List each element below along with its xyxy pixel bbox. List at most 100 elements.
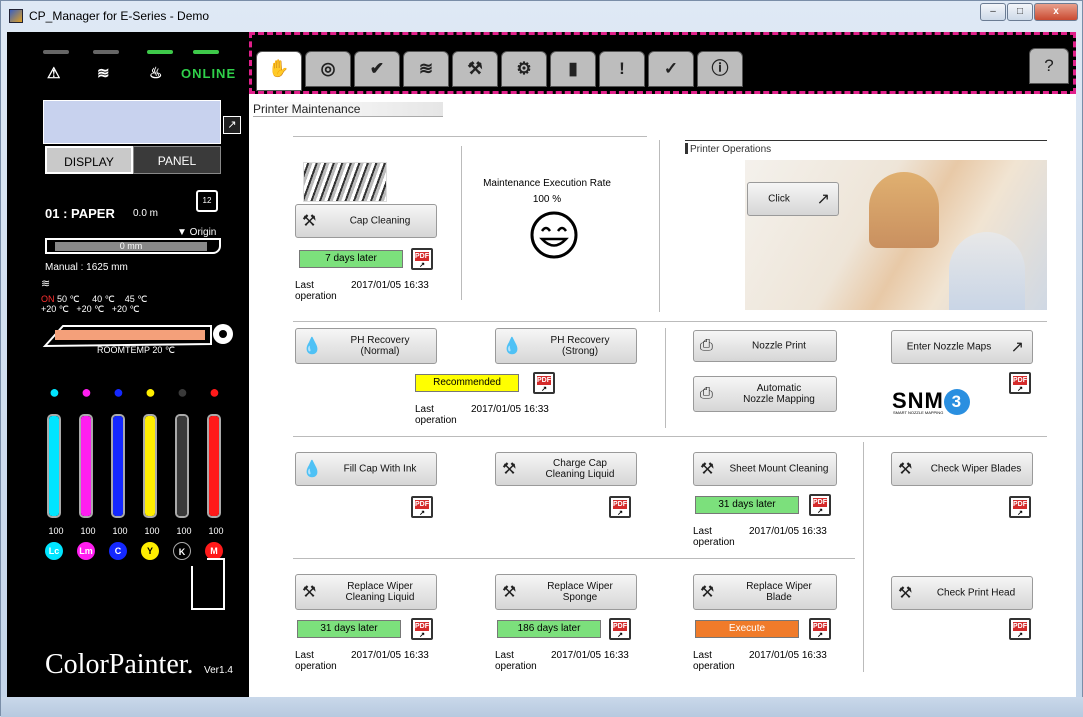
heater-tab-icon[interactable]: ≋ — [403, 51, 449, 87]
tools-icon: ⚒ — [302, 213, 317, 230]
settings-search-icon[interactable]: ⚙ — [501, 51, 547, 87]
ink-code-badge: K — [173, 542, 191, 560]
tools-tab-icon[interactable]: ⚒ — [452, 51, 498, 87]
fill-cap-label: Fill Cap With Ink — [343, 463, 417, 475]
nozzle-verify-icon[interactable]: ✔ — [354, 51, 400, 87]
client-area: ⚠ ≋ ♨ ONLINE ↗ DISPLAY PANEL 01 : PAPER … — [7, 32, 1076, 697]
pdf-icon[interactable]: PDF ↗ — [411, 248, 433, 270]
fill-cap-with-ink-button[interactable]: 💧 Fill Cap With Ink — [295, 452, 437, 486]
printer-operations-click-button[interactable]: Click ↗ — [747, 182, 839, 216]
cap-cleaning-button[interactable]: ⚒ Cap Cleaning — [295, 204, 437, 238]
pdf-icon[interactable]: PDF ↗ — [809, 494, 831, 516]
nozzle-print-label: Nozzle Print — [752, 340, 806, 352]
section-marker — [685, 143, 688, 154]
divider — [863, 442, 864, 672]
snm-logo-subtitle: SMART NOZZLE MAPPING — [893, 410, 944, 415]
waste-tank-cap — [207, 558, 225, 568]
main-content: ✋ ◎ ✔ ≋ ⚒ ⚙ ▮! ✓ ⓘ ? Printer Maintenance ⚒ Cap C… — [249, 32, 1076, 697]
cap-cleaning-image — [303, 162, 387, 202]
ink-level-tube — [111, 414, 125, 518]
pdf-icon[interactable]: PDF ↗ — [609, 618, 631, 640]
ink-level-tube — [143, 414, 157, 518]
ink-level-fill — [81, 416, 91, 516]
wiper-sponge-status: 186 days later — [497, 620, 601, 638]
enter-nozzle-maps-label: Enter Nozzle Maps — [906, 341, 992, 353]
pdf-icon[interactable]: PDF ↗ — [533, 372, 555, 394]
close-button[interactable]: x — [1034, 3, 1078, 21]
ink-level-fill — [49, 416, 59, 516]
replace-wiper-sponge-button[interactable]: ⚒ Replace Wiper Sponge — [495, 574, 637, 610]
window-bottom-edge — [1, 697, 1083, 717]
replace-wiper-cleaning-liquid-button[interactable]: ⚒ Replace Wiper Cleaning Liquid — [295, 574, 437, 610]
tools-icon: ⚒ — [502, 584, 517, 601]
ink-level-fill — [113, 416, 123, 516]
title-bar: CP_Manager for E-Series - Demo – □ x — [1, 1, 1083, 31]
waste-tank-gauge — [191, 566, 225, 610]
automatic-nozzle-mapping-button[interactable]: ⎙ Automatic Nozzle Mapping — [693, 376, 837, 412]
replace-wiper-blade-button[interactable]: ⚒ Replace Wiper Blade — [693, 574, 837, 610]
alert-icon[interactable]: ! — [599, 51, 645, 87]
ink-drop-icon: ● — [177, 382, 188, 402]
help-icon[interactable]: ? — [1029, 48, 1069, 84]
pdf-icon[interactable]: PDF ↗ — [1009, 496, 1031, 518]
info-icon[interactable]: ⓘ — [697, 51, 743, 87]
heater-offsets: +20 ℃ +20 ℃ +20 ℃ — [41, 304, 140, 314]
printer-status-panel: ⚠ ≋ ♨ ONLINE ↗ DISPLAY PANEL 01 : PAPER … — [7, 32, 249, 697]
replace-wiper-sponge-label: Replace Wiper Sponge — [547, 581, 613, 603]
nozzle-check-icon[interactable]: ◎ — [305, 51, 351, 87]
panel-button[interactable]: PANEL — [133, 146, 221, 174]
tab-bar: ✋ ◎ ✔ ≋ ⚒ ⚙ ▮! ✓ ⓘ — [249, 32, 1076, 94]
minimize-button[interactable]: – — [980, 3, 1006, 21]
check-wiper-label: Check Wiper Blades — [930, 463, 1022, 475]
media-value: 0.0 m — [133, 208, 159, 219]
ink-level-tube — [47, 414, 61, 518]
maintenance-hand-icon[interactable]: ✋ — [256, 51, 302, 91]
sheet-mount-cleaning-button[interactable]: ⚒ Sheet Mount Cleaning — [693, 452, 837, 486]
charge-cap-cleaning-liquid-button[interactable]: ⚒ Charge Cap Cleaning Liquid — [495, 452, 637, 486]
display-button[interactable]: DISPLAY — [45, 146, 133, 174]
nozzle-print-button[interactable]: ⎙ Nozzle Print — [693, 330, 837, 362]
cap-cleaning-label: Cap Cleaning — [349, 215, 411, 227]
ink-level-tube — [207, 414, 221, 518]
pdf-icon[interactable]: PDF ↗ — [609, 496, 631, 518]
pdf-icon[interactable]: PDF ↗ — [1009, 372, 1031, 394]
ph-recovery-normal-button[interactable]: 💧 PH Recovery (Normal) — [295, 328, 437, 364]
ink-drop-icon: ● — [81, 382, 92, 402]
window-title: CP_Manager for E-Series - Demo — [29, 9, 210, 23]
status-led — [43, 50, 69, 54]
heater-temp-icon: ≋ — [41, 278, 51, 290]
charge-cap-label: Charge Cap Cleaning Liquid — [545, 458, 615, 480]
media-settings-icon[interactable]: 12 — [196, 190, 218, 212]
origin-label: ▼ Origin — [177, 227, 217, 238]
expand-icon[interactable]: ↗ — [223, 116, 241, 134]
check-print-head-button[interactable]: ⚒ Check Print Head — [891, 576, 1033, 610]
sheet-mount-status: 31 days later — [695, 496, 799, 514]
maximize-button[interactable]: □ — [1007, 3, 1033, 21]
check-wiper-blades-button[interactable]: ⚒ Check Wiper Blades — [891, 452, 1033, 486]
tools-icon: ⚒ — [302, 584, 317, 601]
pdf-icon[interactable]: PDF ↗ — [411, 496, 433, 518]
warning-icon: ⚠ — [47, 65, 61, 82]
ink-gauge-icon[interactable]: ▮ — [550, 51, 596, 87]
ink-level-value: 100 — [176, 526, 192, 536]
tools-icon: ⚒ — [898, 585, 913, 602]
panel-display-screen — [43, 100, 221, 144]
ink-level-value: 100 — [144, 526, 160, 536]
sheet-last-operation: Last operation 2017/01/05 16:33 — [693, 526, 827, 548]
ink-drop-icon: ● — [113, 382, 124, 402]
printer-icon: ⎙ — [700, 385, 713, 402]
pdf-icon[interactable]: PDF ↗ — [1009, 618, 1031, 640]
checklist-icon[interactable]: ✓ — [648, 51, 694, 87]
external-link-icon: ↗ — [816, 191, 830, 208]
wiper-blade-last-operation: Last operation 2017/01/05 16:33 — [693, 650, 827, 672]
heater-temps-row1: 50 ℃ 40 ℃ 45 ℃ — [54, 294, 148, 304]
pdf-icon[interactable]: PDF ↗ — [809, 618, 831, 640]
enter-nozzle-maps-button[interactable]: Enter Nozzle Maps ↗ — [891, 330, 1033, 364]
status-led — [147, 50, 173, 54]
heater-icon: ≋ — [97, 65, 110, 82]
divider — [659, 140, 660, 312]
pdf-icon[interactable]: PDF ↗ — [411, 618, 433, 640]
divider — [293, 321, 1047, 322]
ph-recovery-strong-button[interactable]: 💧 PH Recovery (Strong) — [495, 328, 637, 364]
wiper-liquid-status: 31 days later — [297, 620, 401, 638]
